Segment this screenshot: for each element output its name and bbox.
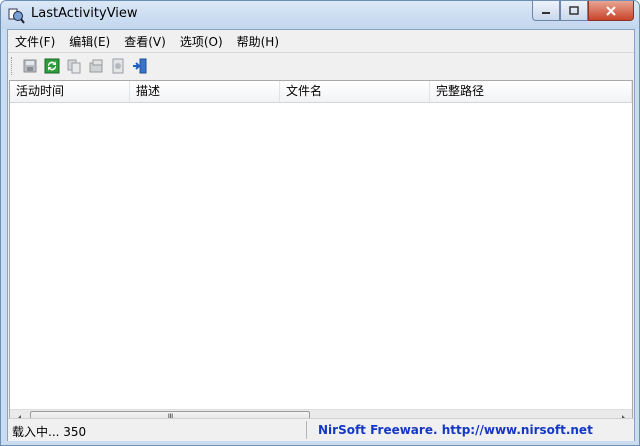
column-activity-time[interactable]: 活动时间 (10, 81, 130, 102)
minimize-icon (542, 11, 550, 14)
column-filename[interactable]: 文件名 (280, 81, 430, 102)
refresh-icon (44, 58, 60, 74)
column-description[interactable]: 描述 (130, 81, 280, 102)
toolbar-grip[interactable] (11, 57, 15, 75)
copy-icon (67, 59, 81, 74)
toolbar (8, 52, 634, 79)
maximize-icon (569, 6, 579, 15)
app-window: LastActivityView 文件(F) 编辑(E) 查看(V) 选项(O)… (0, 0, 640, 446)
close-button[interactable] (588, 1, 634, 21)
menu-bar: 文件(F) 编辑(E) 查看(V) 选项(O) 帮助(H) (8, 30, 634, 51)
status-bar: 载入中... 350 NirSoft Freeware. http://www.… (8, 418, 634, 441)
close-icon (606, 5, 616, 16)
properties-button[interactable] (85, 55, 107, 77)
save-icon (23, 59, 37, 73)
activity-list[interactable]: 活动时间 描述 文件名 完整路径 III (9, 80, 633, 428)
column-full-path[interactable]: 完整路径 (430, 81, 632, 102)
status-divider (306, 421, 307, 439)
title-bar[interactable]: LastActivityView (1, 1, 639, 29)
maximize-button[interactable] (560, 1, 588, 21)
list-header: 活动时间 描述 文件名 完整路径 (10, 81, 632, 103)
menu-options[interactable]: 选项(O) (173, 30, 230, 51)
app-icon (8, 8, 25, 24)
exit-icon (133, 58, 147, 74)
menu-edit[interactable]: 编辑(E) (62, 30, 117, 51)
nirsoft-link[interactable]: NirSoft Freeware. http://www.nirsoft.net (318, 423, 593, 437)
status-loading: 载入中... 350 (12, 425, 87, 439)
menu-file[interactable]: 文件(F) (8, 30, 62, 51)
minimize-button[interactable] (532, 1, 560, 21)
save-button[interactable] (19, 55, 41, 77)
html-report-icon (112, 58, 124, 74)
copy-button[interactable] (63, 55, 85, 77)
window-title: LastActivityView (31, 6, 138, 21)
client-area: 文件(F) 编辑(E) 查看(V) 选项(O) 帮助(H) 活动时间 描述 文件… (7, 29, 635, 441)
properties-icon (89, 59, 103, 73)
html-report-button[interactable] (107, 55, 129, 77)
menu-view[interactable]: 查看(V) (117, 30, 173, 51)
window-controls (532, 1, 634, 21)
menu-help[interactable]: 帮助(H) (230, 30, 286, 51)
exit-button[interactable] (129, 55, 151, 77)
refresh-button[interactable] (41, 55, 63, 77)
